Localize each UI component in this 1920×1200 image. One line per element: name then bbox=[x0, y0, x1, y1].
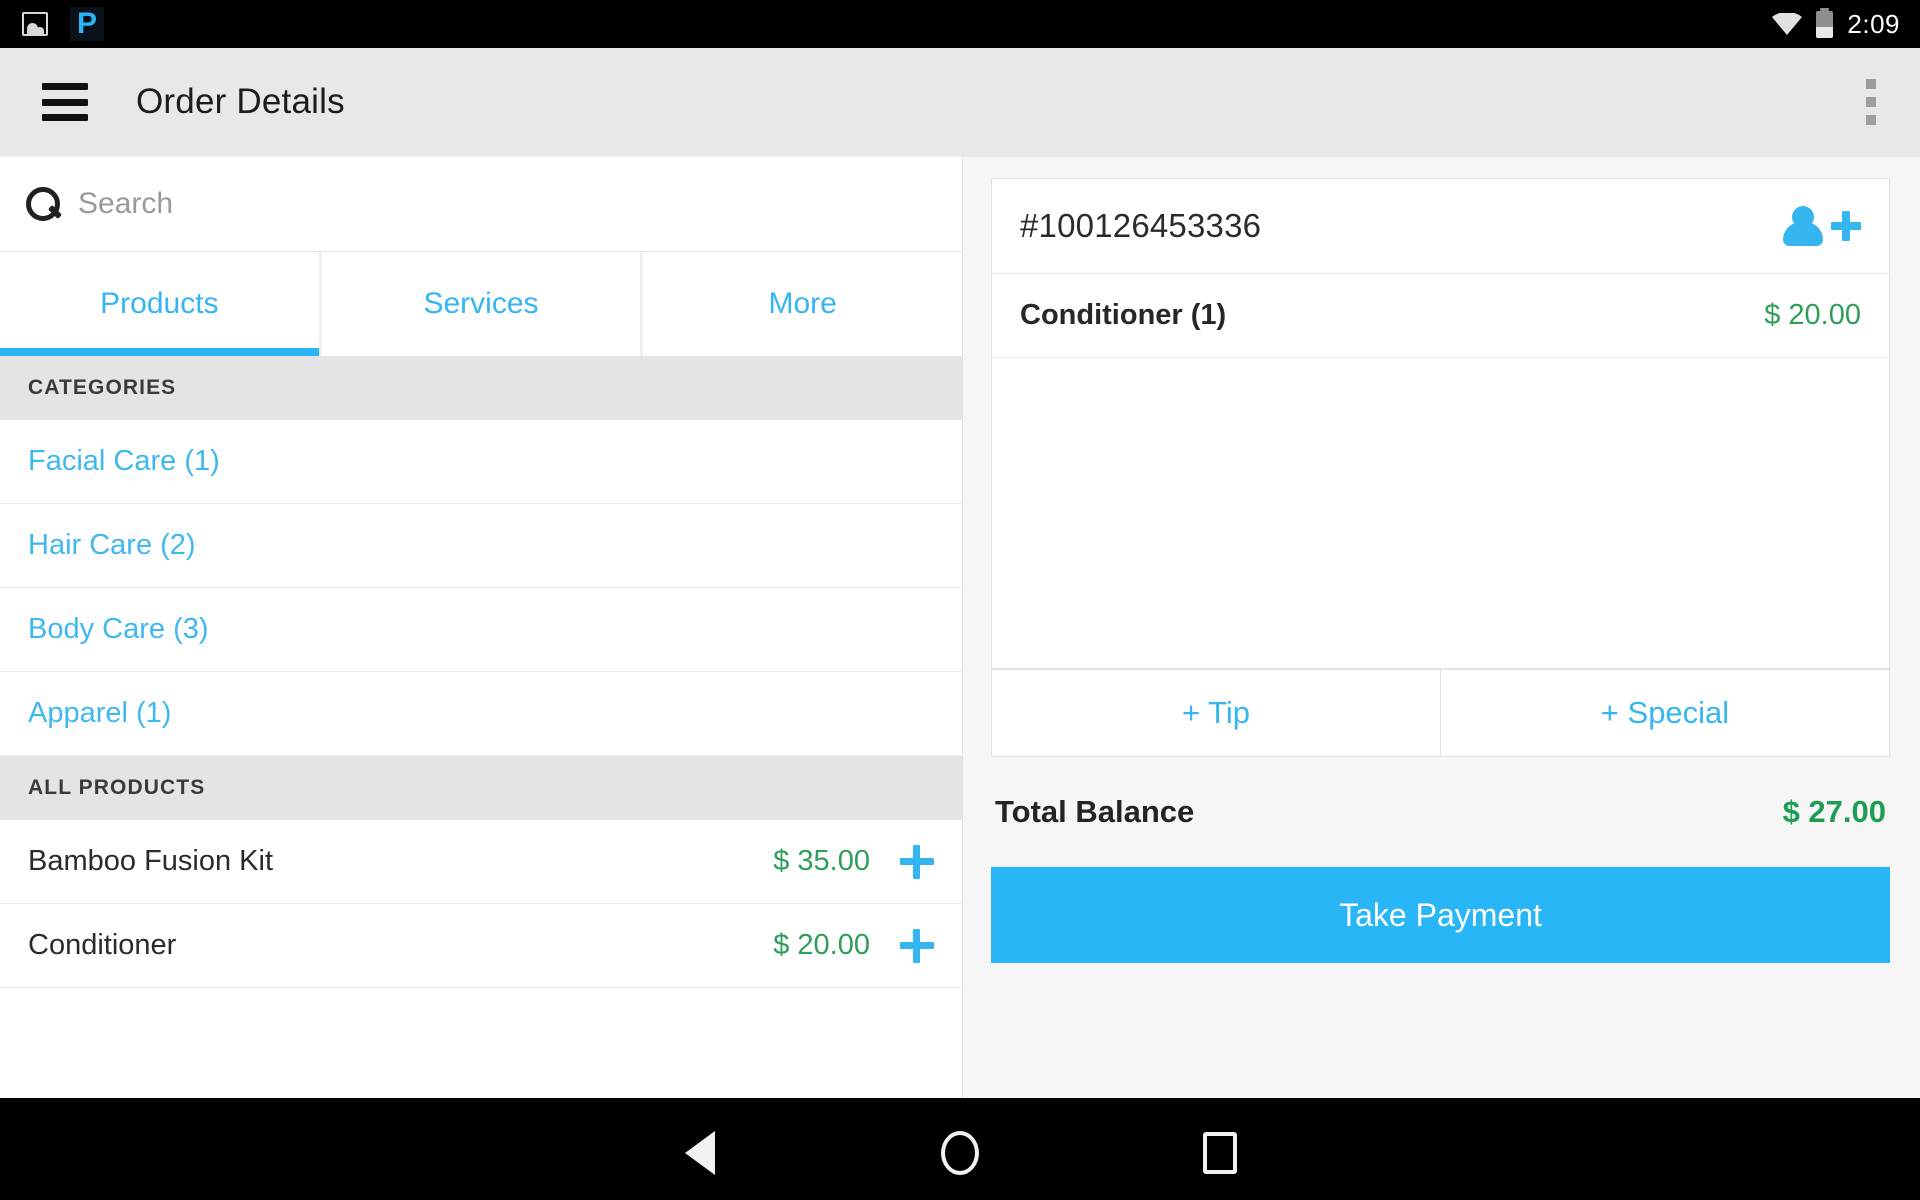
take-payment-button[interactable]: Take Payment bbox=[991, 867, 1890, 963]
status-bar-left: P bbox=[22, 7, 104, 41]
order-action-row: + Tip + Special bbox=[991, 669, 1890, 757]
category-row-body-care[interactable]: Body Care (3) bbox=[0, 588, 962, 672]
product-row[interactable]: Conditioner $ 20.00 bbox=[0, 904, 962, 988]
hamburger-menu-icon[interactable] bbox=[42, 83, 88, 121]
search-input[interactable] bbox=[78, 187, 812, 221]
nav-home-button[interactable] bbox=[830, 1098, 1090, 1200]
overflow-dot bbox=[1866, 79, 1876, 89]
status-clock: 2:09 bbox=[1847, 9, 1900, 40]
overflow-dot bbox=[1866, 97, 1876, 107]
order-number: #100126453336 bbox=[1020, 207, 1781, 245]
total-balance-label: Total Balance bbox=[995, 794, 1783, 830]
catalog-list[interactable]: CATEGORIES Facial Care (1) Hair Care (2)… bbox=[0, 356, 962, 1098]
tab-products[interactable]: Products bbox=[0, 252, 319, 356]
app-icon-p: P bbox=[70, 7, 104, 41]
overflow-menu-icon[interactable] bbox=[1866, 79, 1876, 125]
wifi-icon bbox=[1772, 13, 1802, 35]
catalog-panel: Products Services More CATEGORIES Facial… bbox=[0, 156, 963, 1098]
order-header: #100126453336 bbox=[992, 179, 1889, 274]
back-icon bbox=[685, 1131, 715, 1175]
android-nav-bar bbox=[0, 1098, 1920, 1200]
all-products-section-header: ALL PRODUCTS bbox=[0, 756, 962, 820]
person-icon bbox=[1781, 204, 1825, 248]
category-row-facial-care[interactable]: Facial Care (1) bbox=[0, 420, 962, 504]
total-balance-value: $ 27.00 bbox=[1783, 794, 1886, 830]
status-bar-right: 2:09 bbox=[1772, 0, 1900, 48]
product-price: $ 35.00 bbox=[773, 845, 870, 878]
hamburger-bar bbox=[42, 114, 88, 121]
line-item-price: $ 20.00 bbox=[1764, 299, 1861, 332]
main-content: Products Services More CATEGORIES Facial… bbox=[0, 156, 1920, 1098]
battery-icon bbox=[1816, 11, 1833, 38]
product-name: Conditioner bbox=[28, 929, 773, 962]
nav-recents-button[interactable] bbox=[1090, 1098, 1350, 1200]
add-product-plus-icon[interactable] bbox=[900, 929, 934, 963]
add-tip-button[interactable]: + Tip bbox=[991, 669, 1441, 757]
product-price: $ 20.00 bbox=[773, 929, 870, 962]
catalog-tabs: Products Services More bbox=[0, 252, 962, 356]
category-row-apparel[interactable]: Apparel (1) bbox=[0, 672, 962, 756]
app-bar: Order Details bbox=[0, 48, 1920, 156]
total-balance-row: Total Balance $ 27.00 bbox=[991, 757, 1890, 867]
product-row[interactable]: Bamboo Fusion Kit $ 35.00 bbox=[0, 820, 962, 904]
page-title: Order Details bbox=[136, 82, 345, 122]
home-icon bbox=[941, 1131, 979, 1175]
recents-icon bbox=[1203, 1132, 1237, 1174]
hamburger-bar bbox=[42, 99, 88, 106]
nav-back-button[interactable] bbox=[570, 1098, 830, 1200]
tab-more[interactable]: More bbox=[643, 252, 962, 356]
plus-icon bbox=[1831, 211, 1861, 241]
order-panel: #100126453336 Conditioner (1) $ 20.00 + … bbox=[963, 156, 1920, 1098]
categories-section-header: CATEGORIES bbox=[0, 356, 962, 420]
search-bar[interactable] bbox=[0, 156, 962, 252]
line-item-name: Conditioner (1) bbox=[1020, 299, 1764, 332]
add-special-button[interactable]: + Special bbox=[1441, 669, 1890, 757]
image-icon bbox=[22, 12, 48, 36]
order-card: #100126453336 Conditioner (1) $ 20.00 bbox=[991, 178, 1890, 669]
category-row-hair-care[interactable]: Hair Care (2) bbox=[0, 504, 962, 588]
cart-empty-space bbox=[992, 358, 1889, 668]
tab-services[interactable]: Services bbox=[322, 252, 641, 356]
status-bar: P 2:09 bbox=[0, 0, 1920, 48]
hamburger-bar bbox=[42, 83, 88, 90]
overflow-dot bbox=[1866, 115, 1876, 125]
order-line-item[interactable]: Conditioner (1) $ 20.00 bbox=[992, 274, 1889, 358]
add-product-plus-icon[interactable] bbox=[900, 845, 934, 879]
add-customer-button[interactable] bbox=[1781, 204, 1861, 248]
product-name: Bamboo Fusion Kit bbox=[28, 845, 773, 878]
search-icon bbox=[22, 184, 62, 224]
